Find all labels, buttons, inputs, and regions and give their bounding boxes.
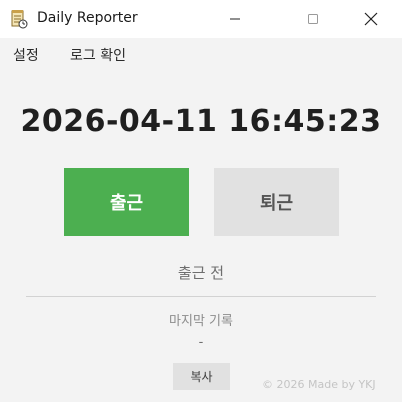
menu-settings[interactable]: 설정 xyxy=(13,45,39,65)
close-icon xyxy=(364,12,378,26)
app-window: Daily Reporter 설정 로그 확인 2026-04-11 16:45… xyxy=(0,0,402,402)
last-record-value: - xyxy=(198,335,204,350)
title-bar[interactable]: Daily Reporter xyxy=(0,0,402,38)
menu-view-log[interactable]: 로그 확인 xyxy=(70,45,126,65)
clock-in-button[interactable]: 출근 xyxy=(64,168,189,236)
attendance-status: 출근 전 xyxy=(177,264,225,282)
minimize-button[interactable] xyxy=(212,0,258,38)
footer-credit: © 2026 Made by YKJ xyxy=(262,378,376,391)
notepad-clock-icon xyxy=(10,9,28,29)
clock-out-button[interactable]: 퇴근 xyxy=(214,168,339,236)
last-record-label: 마지막 기록 xyxy=(169,314,233,329)
close-button[interactable] xyxy=(348,0,394,38)
window-title: Daily Reporter xyxy=(37,10,138,26)
minimize-icon xyxy=(230,18,240,20)
current-datetime: 2026-04-11 16:45:23 xyxy=(20,104,382,139)
maximize-button[interactable] xyxy=(290,0,336,38)
maximize-icon xyxy=(308,14,318,24)
divider xyxy=(26,296,376,297)
copy-button[interactable]: 복사 xyxy=(173,363,230,390)
menu-bar: 설정 로그 확인 xyxy=(0,38,402,70)
